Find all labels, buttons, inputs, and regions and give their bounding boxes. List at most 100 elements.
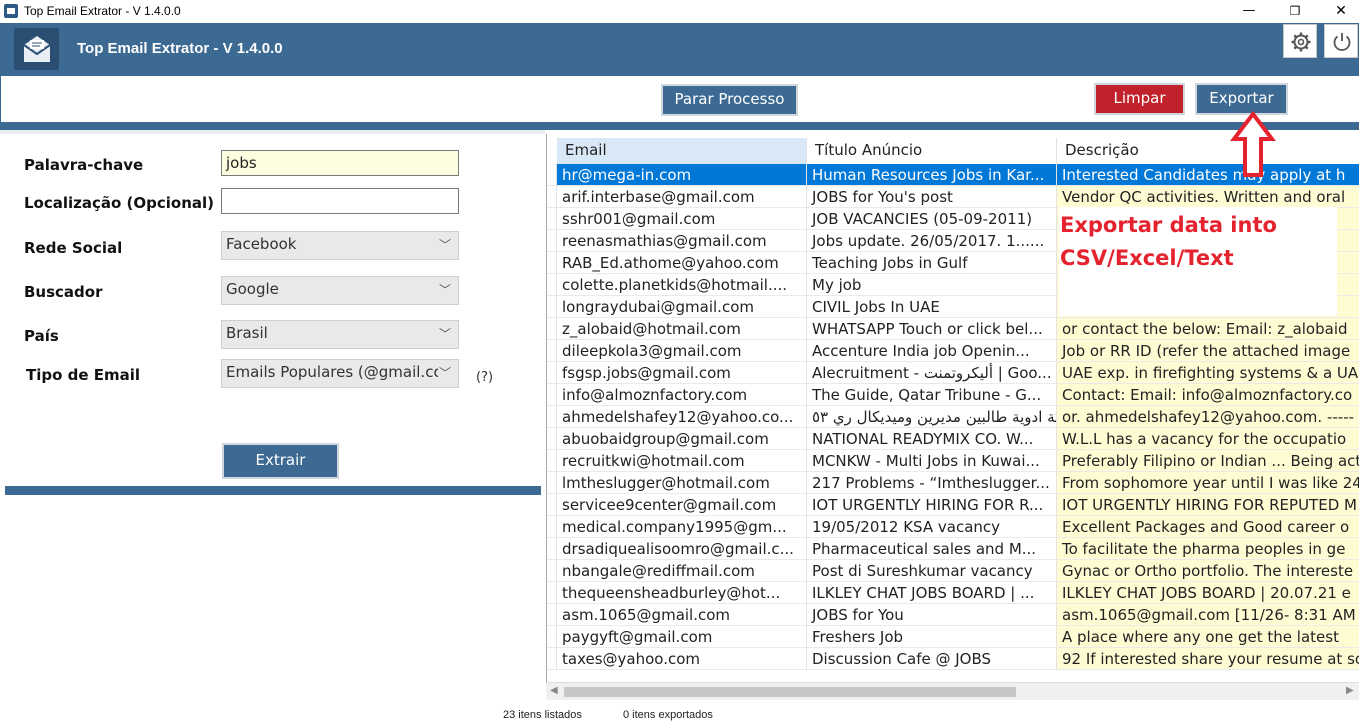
table-row[interactable]: dileepkola3@gmail.com Accenture India job… bbox=[547, 340, 1359, 362]
row-selector[interactable] bbox=[547, 560, 557, 582]
row-selector[interactable] bbox=[547, 340, 557, 362]
extract-button[interactable]: Extrair bbox=[222, 443, 339, 479]
row-selector[interactable] bbox=[547, 626, 557, 648]
scroll-left-icon[interactable]: ◀ bbox=[550, 685, 558, 696]
cell-email[interactable]: servicee9center@gmail.com bbox=[557, 494, 807, 516]
column-header-email[interactable]: Email bbox=[557, 138, 807, 164]
cell-title[interactable]: JOB VACANCIES (05-09-2011) bbox=[807, 208, 1057, 230]
clear-button[interactable]: Limpar bbox=[1094, 83, 1185, 115]
cell-title[interactable]: Teaching Jobs in Gulf bbox=[807, 252, 1057, 274]
country-select[interactable]: Brasil ﹀ bbox=[221, 320, 459, 349]
help-icon[interactable]: (?) bbox=[476, 370, 493, 385]
cell-title[interactable]: Discussion Cafe @ JOBS bbox=[807, 648, 1057, 670]
row-selector[interactable] bbox=[547, 230, 557, 252]
row-selector[interactable] bbox=[547, 494, 557, 516]
cell-description[interactable]: Preferably Filipino or Indian ... Being … bbox=[1057, 450, 1359, 472]
stop-process-button[interactable]: Parar Processo bbox=[661, 84, 798, 116]
search-engine-select[interactable]: Google ﹀ bbox=[221, 276, 459, 305]
cell-description[interactable]: or. ahmedelshafey12@yahoo.com. ----- bbox=[1057, 406, 1359, 428]
cell-title[interactable]: Jobs update. 26/05/2017. 1...... bbox=[807, 230, 1057, 252]
row-selector[interactable] bbox=[547, 208, 557, 230]
cell-title[interactable]: MCNKW - Multi Jobs in Kuwai... bbox=[807, 450, 1057, 472]
cell-description[interactable]: Vendor QC activities. Written and oral bbox=[1057, 186, 1359, 208]
row-selector[interactable] bbox=[547, 318, 557, 340]
cell-description[interactable]: A place where any one get the latest bbox=[1057, 626, 1359, 648]
power-button[interactable] bbox=[1324, 24, 1358, 58]
cell-description[interactable]: ILKLEY CHAT JOBS BOARD | 20.07.21 e bbox=[1057, 582, 1359, 604]
row-selector[interactable] bbox=[547, 384, 557, 406]
cell-title[interactable]: JOBS for You's post bbox=[807, 186, 1057, 208]
location-input[interactable] bbox=[221, 188, 459, 214]
cell-email[interactable]: medical.company1995@gm... bbox=[557, 516, 807, 538]
settings-button[interactable] bbox=[1283, 24, 1317, 58]
cell-description[interactable]: Interested Candidates may apply at h bbox=[1057, 164, 1359, 186]
row-selector[interactable] bbox=[547, 428, 557, 450]
cell-email[interactable]: z_alobaid@hotmail.com bbox=[557, 318, 807, 340]
scrollbar-thumb[interactable] bbox=[564, 687, 1016, 697]
cell-email[interactable]: arif.interbase@gmail.com bbox=[557, 186, 807, 208]
cell-title[interactable]: JOBS for You bbox=[807, 604, 1057, 626]
cell-description[interactable]: From sophomore year until I was like 24 bbox=[1057, 472, 1359, 494]
table-row[interactable]: thequeensheadburley@hot... ILKLEY CHAT JO… bbox=[547, 582, 1359, 604]
cell-email[interactable]: hr@mega-in.com bbox=[557, 164, 807, 186]
table-row[interactable]: z_alobaid@hotmail.com WHATSAPP Touch or c… bbox=[547, 318, 1359, 340]
cell-email[interactable]: drsadiquealisoomro@gmail.c... bbox=[557, 538, 807, 560]
cell-email[interactable]: taxes@yahoo.com bbox=[557, 648, 807, 670]
cell-description[interactable]: UAE exp. in firefighting systems & a UAE bbox=[1057, 362, 1359, 384]
cell-description[interactable]: W.L.L has a vacancy for the occupatio bbox=[1057, 428, 1359, 450]
row-selector[interactable] bbox=[547, 538, 557, 560]
table-row[interactable]: ahmedelshafey12@yahoo.co...شركة ادوية طا… bbox=[547, 406, 1359, 428]
cell-email[interactable]: nbangale@rediffmail.com bbox=[557, 560, 807, 582]
table-row[interactable]: info@almoznfactory.com The Guide, Qatar T… bbox=[547, 384, 1359, 406]
row-selector[interactable] bbox=[547, 450, 557, 472]
cell-title[interactable]: CIVIL Jobs In UAE bbox=[807, 296, 1057, 318]
cell-email[interactable]: abuobaidgroup@gmail.com bbox=[557, 428, 807, 450]
row-selector[interactable] bbox=[547, 296, 557, 318]
table-row[interactable]: nbangale@rediffmail.com Post di Sureshkum… bbox=[547, 560, 1359, 582]
maximize-button[interactable]: ❐ bbox=[1272, 0, 1318, 23]
table-row[interactable]: paygyft@gmail.com Freshers Job A place whe… bbox=[547, 626, 1359, 648]
cell-email[interactable]: RAB_Ed.athome@yahoo.com bbox=[557, 252, 807, 274]
table-row[interactable]: taxes@yahoo.com Discussion Cafe @ JOBS 92 … bbox=[547, 648, 1359, 670]
cell-title[interactable]: IOT URGENTLY HIRING FOR R... bbox=[807, 494, 1057, 516]
row-selector[interactable] bbox=[547, 186, 557, 208]
cell-title[interactable]: Human Resources Jobs in Kar... bbox=[807, 164, 1057, 186]
email-type-select[interactable]: Emails Populares (@gmail.com ﹀ bbox=[221, 359, 459, 388]
cell-description[interactable]: IOT URGENTLY HIRING FOR REPUTED M bbox=[1057, 494, 1359, 516]
cell-title[interactable]: Accenture India job Openin... bbox=[807, 340, 1057, 362]
cell-email[interactable]: reenasmathias@gmail.com bbox=[557, 230, 807, 252]
cell-email[interactable]: dileepkola3@gmail.com bbox=[557, 340, 807, 362]
keyword-input[interactable]: jobs bbox=[221, 150, 459, 176]
row-selector[interactable] bbox=[547, 648, 557, 670]
table-row[interactable]: servicee9center@gmail.com IOT URGENTLY HI… bbox=[547, 494, 1359, 516]
cell-email[interactable]: info@almoznfactory.com bbox=[557, 384, 807, 406]
row-selector[interactable] bbox=[547, 362, 557, 384]
cell-description[interactable]: asm.1065@gmail.com [11/26- 8:31 AM bbox=[1057, 604, 1359, 626]
cell-email[interactable]: recruitkwi@hotmail.com bbox=[557, 450, 807, 472]
cell-title[interactable]: WHATSAPP Touch or click bel... bbox=[807, 318, 1057, 340]
cell-description[interactable]: Excellent Packages and Good career o bbox=[1057, 516, 1359, 538]
table-row[interactable]: lmtheslugger@hotmail.com 217 Problems - “… bbox=[547, 472, 1359, 494]
table-row[interactable]: abuobaidgroup@gmail.com NATIONAL READYMIX… bbox=[547, 428, 1359, 450]
cell-title[interactable]: My job bbox=[807, 274, 1057, 296]
column-header-description[interactable]: Descrição bbox=[1057, 138, 1359, 164]
cell-email[interactable]: sshr001@gmail.com bbox=[557, 208, 807, 230]
cell-title[interactable]: Pharmaceutical sales and M... bbox=[807, 538, 1057, 560]
column-header-title[interactable]: Título Anúncio bbox=[807, 138, 1057, 164]
cell-description[interactable]: Contact: Email: info@almoznfactory.co bbox=[1057, 384, 1359, 406]
cell-title[interactable]: شركة ادوية طالبين مديرين وميديكال ري ٥٣ bbox=[807, 406, 1057, 428]
row-selector[interactable] bbox=[547, 252, 557, 274]
row-selector[interactable] bbox=[547, 274, 557, 296]
cell-title[interactable]: 19/05/2012 KSA vacancy bbox=[807, 516, 1057, 538]
cell-email[interactable]: longraydubai@gmail.com bbox=[557, 296, 807, 318]
cell-title[interactable]: Post di Sureshkumar vacancy bbox=[807, 560, 1057, 582]
cell-description[interactable]: To facilitate the pharma peoples in ge bbox=[1057, 538, 1359, 560]
cell-email[interactable]: paygyft@gmail.com bbox=[557, 626, 807, 648]
cell-email[interactable]: ahmedelshafey12@yahoo.co... bbox=[557, 406, 807, 428]
cell-title[interactable]: Alecruitment - أليكروتمنت | Goo... bbox=[807, 362, 1057, 384]
cell-description[interactable]: 92 If interested share your resume at so bbox=[1057, 648, 1359, 670]
cell-email[interactable]: thequeensheadburley@hot... bbox=[557, 582, 807, 604]
cell-description[interactable]: Gynac or Ortho portfolio. The intereste bbox=[1057, 560, 1359, 582]
cell-email[interactable]: lmtheslugger@hotmail.com bbox=[557, 472, 807, 494]
table-row[interactable]: arif.interbase@gmail.com JOBS for You's p… bbox=[547, 186, 1359, 208]
